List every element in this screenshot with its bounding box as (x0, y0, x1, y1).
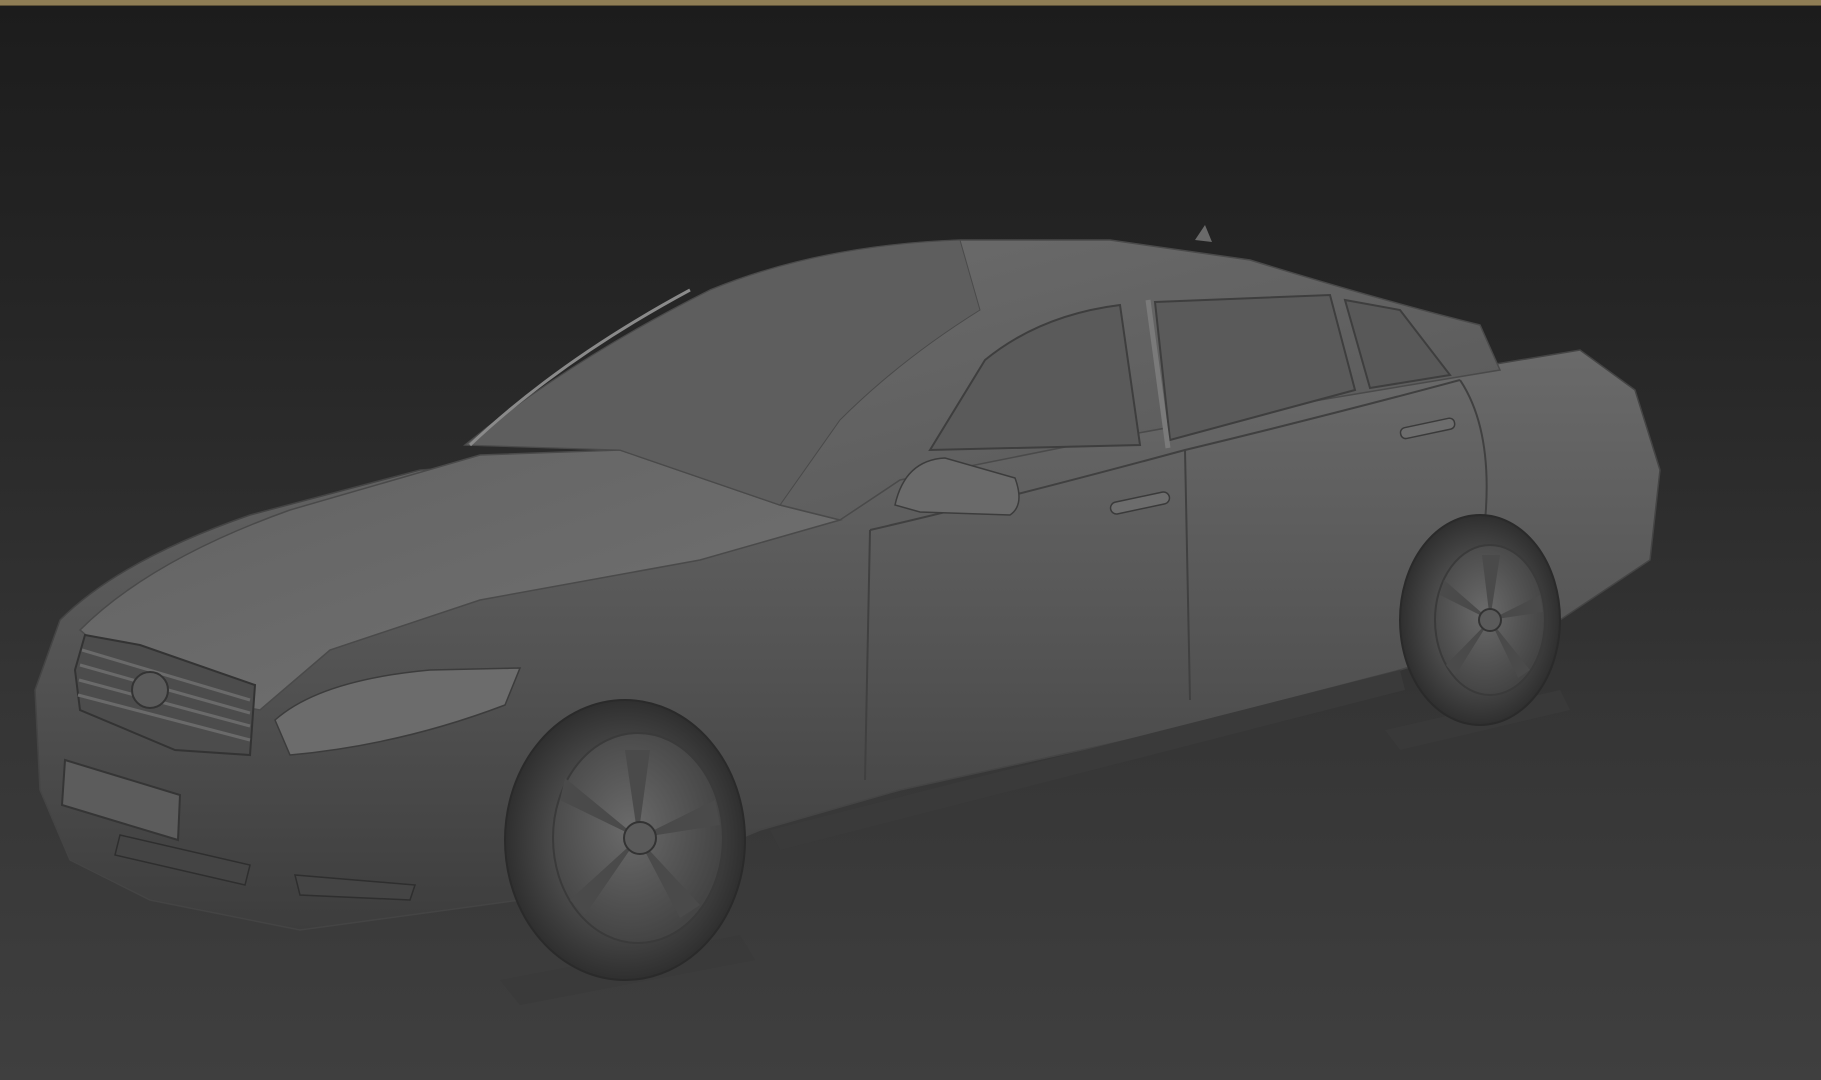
3d-viewport[interactable] (0, 0, 1821, 1080)
roof-antenna (1195, 225, 1212, 242)
rear-wheel (1399, 514, 1561, 726)
front-wheel (504, 699, 746, 981)
car-mesh[interactable] (0, 0, 1821, 1080)
brand-emblem-icon (131, 671, 169, 709)
